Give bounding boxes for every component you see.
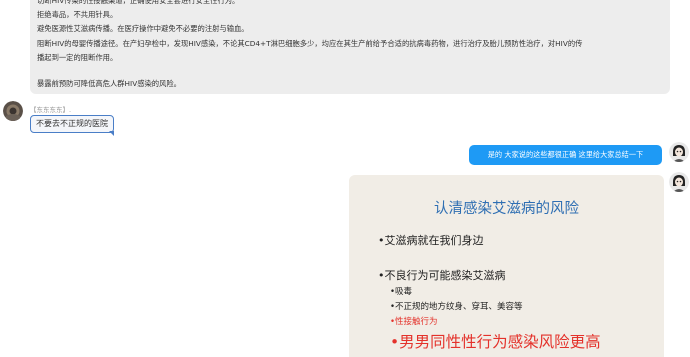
avatar-image-icon: [3, 101, 23, 121]
sent-message-bubble[interactable]: 是的 大家说的这些都很正确 这里给大家总结一下: [469, 145, 662, 165]
reply-sender-name: 【东东东东】.: [30, 106, 72, 114]
message-line: 切断HIV传染的性接触渠道，正确使用安全套进行安全性行为。: [37, 0, 240, 5]
message-line: 暴露前预防可降低高危人群HIV感染的风险。: [37, 79, 181, 89]
my-avatar[interactable]: [669, 172, 689, 192]
message-line: 播起到一定的阻断作用。: [37, 52, 118, 62]
avatar-image-icon: [669, 172, 689, 192]
reply-message-bubble[interactable]: 不要去不正规的医院: [30, 115, 114, 136]
slide-bullet: •不良行为可能感染艾滋病: [378, 269, 506, 282]
message-line: 避免医源性艾滋病传播。在医疗操作中避免不必要的注射与输血。: [37, 24, 249, 34]
slide-highlight: •男男同性性行为感染风险更高: [390, 333, 601, 351]
slide-image-message[interactable]: 认清感染艾滋病的风险 •艾滋病就在我们身边 •不良行为可能感染艾滋病 •吸毒 •…: [349, 175, 664, 357]
message-line: 拒绝毒品，不共用针具。: [37, 10, 118, 20]
slide-sub-bullet: •不正规的地方纹身、穿耳、美容等: [390, 302, 523, 312]
avatar-image-icon: [669, 142, 689, 162]
slide-title: 认清感染艾滋病的风险: [434, 201, 579, 217]
sent-message-text: 是的 大家说的这些都很正确 这里给大家总结一下: [487, 150, 644, 159]
reply-message-text: 不要去不正规的医院: [36, 119, 108, 128]
received-message-bubble: 切断HIV传染的性接触渠道，正确使用安全套进行安全性行为。 拒绝毒品，不共用针具…: [30, 0, 670, 94]
my-avatar[interactable]: [669, 142, 689, 162]
slide-sub-bullet: •性接触行为: [390, 317, 438, 327]
slide-bullet: •艾滋病就在我们身边: [378, 234, 484, 247]
message-line: [37, 65, 660, 77]
sender-avatar[interactable]: [3, 101, 23, 121]
message-line: 阻断HIV的母婴传播途径。在产妇孕检中，发现HIV感染，不论其CD4+T淋巴细胞…: [37, 38, 583, 48]
slide-sub-bullet: •吸毒: [390, 287, 413, 297]
